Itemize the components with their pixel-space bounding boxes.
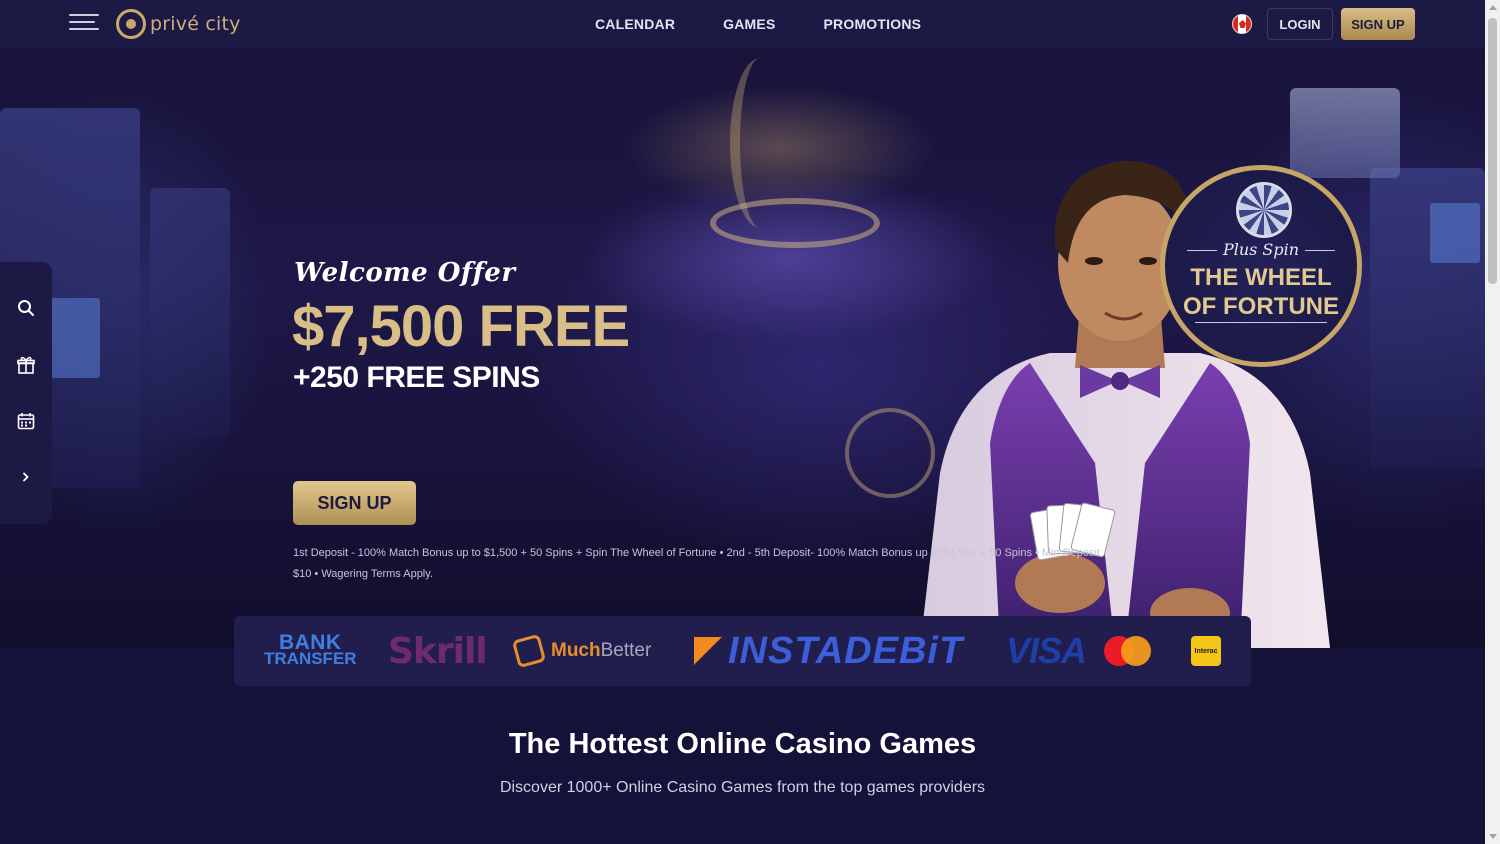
badge-title-line2: OF FORTUNE	[1183, 293, 1339, 320]
badge-divider	[1195, 322, 1327, 323]
free-spins-text: +250 FREE SPINS	[293, 361, 540, 394]
nav-promotions[interactable]: PROMOTIONS	[824, 16, 922, 32]
instadebit-logo: INSTADEBiT	[694, 616, 963, 686]
skrill-logo: Skrill	[388, 630, 488, 672]
main-nav: CALENDAR GAMES PROMOTIONS	[595, 0, 921, 48]
signup-button-hero[interactable]: SIGN UP	[293, 481, 416, 525]
bank-transfer-line2: TRANSFER	[264, 649, 357, 668]
gift-icon[interactable]	[14, 353, 38, 377]
interac-text: Interac	[1191, 636, 1221, 666]
interac-logo: Interac	[1191, 616, 1221, 686]
fortune-wheel-icon	[1236, 182, 1292, 238]
scroll-up-icon[interactable]	[1489, 5, 1497, 10]
mastercard-orange-circle	[1121, 636, 1151, 666]
badge-subtitle: Plus Spin	[1165, 240, 1357, 259]
games-section-title: The Hottest Online Casino Games	[508, 728, 977, 760]
page-scrollbar[interactable]	[1485, 0, 1500, 844]
top-header: privé city CALENDAR GAMES PROMOTIONS LOG…	[0, 0, 1485, 48]
badge-title-line1: THE WHEEL	[1190, 264, 1332, 291]
ceiling-light-arc	[730, 58, 790, 228]
payment-methods-bar: BANK TRANSFER Skrill Much Better INSTADEB…	[234, 616, 1251, 686]
logo-mark-icon	[116, 9, 146, 39]
ceiling-light-ring	[710, 198, 880, 248]
scrollbar-thumb[interactable]	[1488, 18, 1497, 284]
bonus-amount: $7,500 FREE	[292, 294, 630, 359]
login-button[interactable]: LOGIN	[1267, 8, 1333, 40]
background-slot-machine	[150, 188, 230, 438]
badge-title: THE WHEEL OF FORTUNE	[1165, 263, 1357, 321]
search-icon[interactable]	[14, 296, 38, 320]
instadebit-text: INSTADEBiT	[728, 629, 964, 672]
logo[interactable]: privé city	[116, 9, 241, 39]
scroll-down-icon[interactable]	[1489, 834, 1497, 839]
mastercard-logo	[1104, 616, 1151, 686]
nav-games[interactable]: GAMES	[723, 16, 775, 32]
muchbetter-logo: Much Better	[511, 616, 652, 686]
quick-sidebar	[0, 262, 52, 524]
background-screen	[1430, 203, 1480, 263]
menu-icon[interactable]	[69, 14, 99, 34]
bonus-terms: 1st Deposit - 100% Match Bonus up to $1,…	[293, 547, 1101, 580]
calendar-icon[interactable]	[14, 409, 38, 433]
signup-button-header[interactable]: SIGN UP	[1341, 8, 1415, 40]
welcome-offer-heading: Welcome Offer	[294, 258, 516, 288]
canada-flag-icon[interactable]	[1232, 14, 1252, 34]
bank-transfer-logo: BANK TRANSFER	[264, 616, 357, 686]
logo-text: privé city	[150, 13, 241, 35]
muchbetter-text-better: Better	[600, 640, 652, 661]
instadebit-icon	[694, 637, 722, 665]
visa-logo: VISA	[1006, 630, 1087, 671]
chevron-right-icon[interactable]	[14, 465, 38, 489]
nav-calendar[interactable]: CALENDAR	[595, 16, 675, 32]
muchbetter-text-much: Much	[551, 640, 601, 661]
games-section-subtitle: Discover 1000+ Online Casino Games from …	[499, 779, 986, 796]
muchbetter-icon	[511, 633, 547, 669]
wheel-of-fortune-badge[interactable]: Plus Spin THE WHEEL OF FORTUNE	[1160, 165, 1362, 367]
